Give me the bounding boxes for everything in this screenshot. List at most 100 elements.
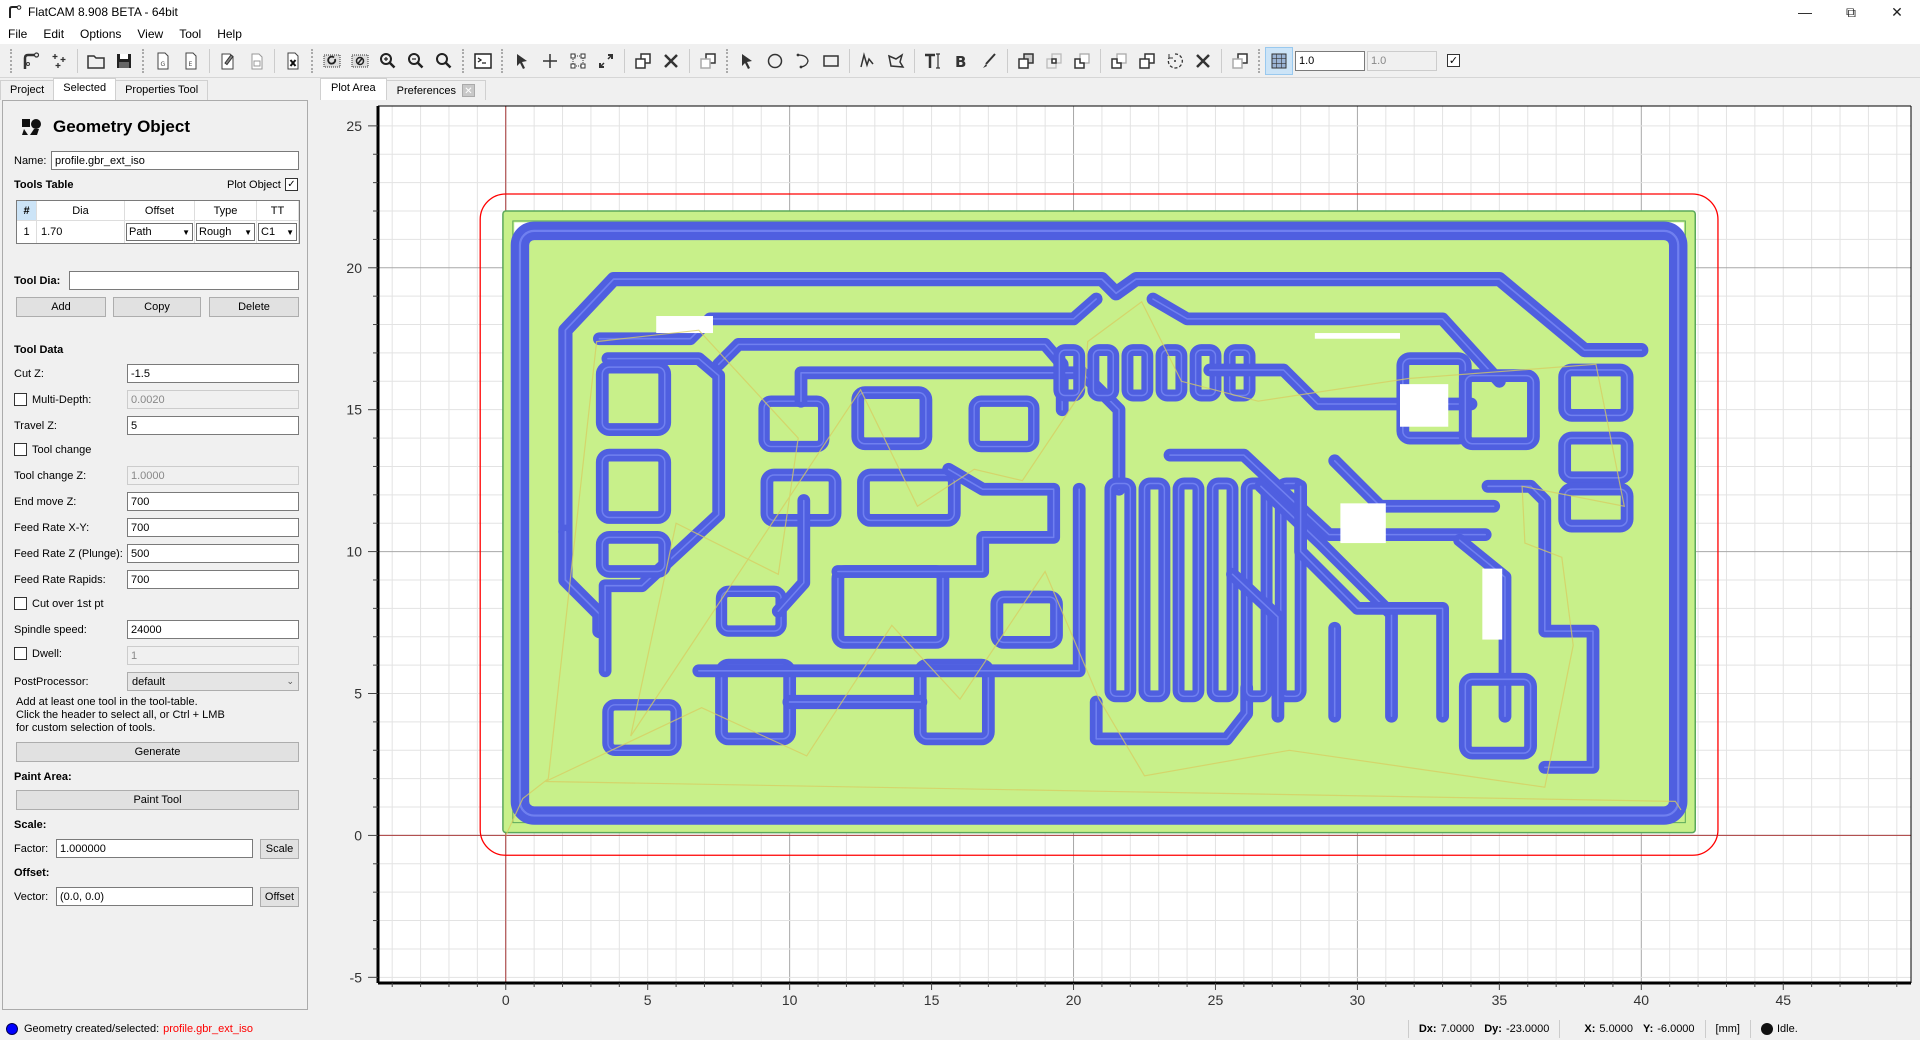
spindle-input[interactable] (127, 620, 299, 639)
delete-icon[interactable] (657, 47, 685, 75)
flatcam-icon[interactable] (17, 47, 45, 75)
feed-xy-input[interactable] (127, 518, 299, 537)
rectangle-icon[interactable] (817, 47, 845, 75)
bounding-box-icon[interactable] (564, 47, 592, 75)
feed-rapids-input[interactable] (127, 570, 299, 589)
generate-button[interactable]: Generate (16, 742, 299, 762)
close-tab-icon[interactable]: ✕ (461, 84, 475, 97)
vector-input[interactable] (56, 887, 253, 906)
dwell-input[interactable] (127, 646, 299, 665)
col-offset[interactable]: Offset (125, 201, 195, 220)
open-folder-icon[interactable] (82, 47, 110, 75)
menu-edit[interactable]: Edit (35, 27, 72, 41)
menu-help[interactable]: Help (209, 27, 250, 41)
new-excellon-icon[interactable]: E (177, 47, 205, 75)
scale-button[interactable]: Scale (260, 839, 299, 859)
save-icon[interactable] (110, 47, 138, 75)
tab-preferences[interactable]: Preferences ✕ (385, 80, 486, 100)
toolbar-grip[interactable] (10, 48, 13, 73)
menu-tool[interactable]: Tool (171, 27, 209, 41)
shell-icon[interactable] (469, 47, 497, 75)
offset-button[interactable]: Offset (260, 887, 299, 907)
zoom-fit-icon[interactable] (374, 47, 402, 75)
multi-depth-input[interactable] (127, 390, 299, 409)
plot-area[interactable]: 0 5 10 15 20 25 30 35 40 45 -5 0 5 10 15 20 25 (320, 100, 1920, 1014)
offset-select[interactable]: Path ▼ (126, 223, 193, 241)
copy-icon[interactable] (629, 47, 657, 75)
replot-icon[interactable] (318, 47, 346, 75)
close-file-icon[interactable] (279, 47, 307, 75)
add-point-icon[interactable] (536, 47, 564, 75)
resize-icon[interactable] (592, 47, 620, 75)
col-tt[interactable]: TT (257, 201, 299, 220)
tool-change-checkbox[interactable] (14, 443, 27, 456)
close-button[interactable]: ✕ (1874, 0, 1920, 24)
travel-z-input[interactable] (127, 416, 299, 435)
col-num[interactable]: # (17, 201, 37, 220)
table-row[interactable]: 1 1.70 Path ▼ Rough ▼ C1 ▼ (17, 221, 299, 243)
grid-lock-checkbox[interactable]: ✓ (1447, 54, 1460, 67)
dwell-checkbox[interactable] (14, 647, 27, 660)
cut-shape-icon[interactable] (1105, 47, 1133, 75)
delete-shape-icon[interactable] (1189, 47, 1217, 75)
row-dia[interactable]: 1.70 (37, 221, 125, 243)
end-move-z-input[interactable] (127, 492, 299, 511)
zoom-in-icon[interactable] (402, 47, 430, 75)
zoom-out-icon[interactable] (430, 47, 458, 75)
tab-selected[interactable]: Selected (53, 78, 117, 100)
delete-tool-button[interactable]: Delete (209, 297, 299, 317)
restore-button[interactable]: ⧉ (1828, 0, 1874, 24)
tab-properties-tool[interactable]: Properties Tool (115, 80, 209, 100)
postprocessor-select[interactable]: default ⌄ (127, 672, 299, 691)
origin-icon[interactable] (45, 47, 73, 75)
grid-x-input[interactable] (1295, 50, 1365, 71)
union-icon[interactable] (1012, 47, 1040, 75)
plot-object-checkbox[interactable]: ✓ (285, 178, 298, 191)
tool-change-z-input[interactable] (127, 466, 299, 485)
intersection-icon[interactable] (1040, 47, 1068, 75)
path-icon[interactable] (854, 47, 882, 75)
tool-dia-input[interactable] (69, 271, 299, 290)
grid-snap-toggle[interactable] (1265, 46, 1293, 75)
select-shape-icon[interactable] (733, 47, 761, 75)
text-icon[interactable] (919, 47, 947, 75)
paint-icon[interactable] (975, 47, 1003, 75)
col-dia[interactable]: Dia (37, 201, 125, 220)
menu-options[interactable]: Options (72, 27, 129, 41)
y-tick-label: 15 (346, 402, 362, 418)
delete-object-icon[interactable] (242, 47, 270, 75)
add-tool-button[interactable]: Add (16, 297, 106, 317)
feed-z-input[interactable] (127, 544, 299, 563)
polygon-icon[interactable] (882, 47, 910, 75)
move-icon[interactable] (694, 47, 722, 75)
subtract-icon[interactable] (1068, 47, 1096, 75)
menu-file[interactable]: File (0, 27, 35, 41)
name-input[interactable] (51, 151, 299, 170)
clear-plot-icon[interactable] (346, 47, 374, 75)
tab-project[interactable]: Project (0, 80, 55, 100)
type-select[interactable]: Rough ▼ (196, 223, 255, 241)
tab-plot-area[interactable]: Plot Area (320, 78, 387, 100)
move-shape-icon[interactable] (1226, 47, 1254, 75)
paint-tool-button[interactable]: Paint Tool (16, 790, 299, 810)
buffer-icon[interactable]: B (947, 47, 975, 75)
menu-view[interactable]: View (129, 27, 171, 41)
cut-z-input[interactable] (127, 364, 299, 383)
copy-shape-icon[interactable] (1133, 47, 1161, 75)
factor-input[interactable] (56, 839, 253, 858)
cut-over-checkbox[interactable] (14, 597, 27, 610)
multi-depth-checkbox[interactable] (14, 393, 27, 406)
copy-tool-button[interactable]: Copy (113, 297, 201, 317)
new-gerber-icon[interactable]: G (149, 47, 177, 75)
plot-canvas[interactable]: 0 5 10 15 20 25 30 35 40 45 -5 0 5 10 15 20 25 (320, 100, 1920, 1014)
col-type[interactable]: Type (195, 201, 257, 220)
minimize-button[interactable]: — (1782, 0, 1828, 24)
tt-select[interactable]: C1 ▼ (258, 223, 297, 241)
arc-icon[interactable] (789, 47, 817, 75)
grid-y-input[interactable] (1367, 50, 1437, 71)
circle-icon[interactable] (761, 47, 789, 75)
rotate-icon[interactable] (1161, 47, 1189, 75)
clear-area (1400, 384, 1449, 427)
select-icon[interactable] (508, 47, 536, 75)
edit-object-icon[interactable] (214, 47, 242, 75)
